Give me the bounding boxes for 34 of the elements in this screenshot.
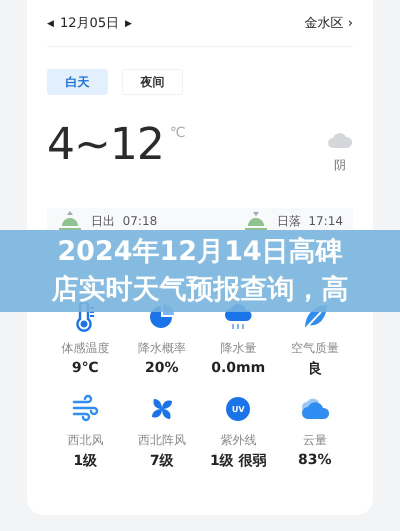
temperature-unit: ℃ [170,125,186,141]
sun-time-label: 日出 07:18 [91,212,158,230]
metric-label: 紫外线 [220,432,256,449]
metric-value: 1级 [73,452,98,470]
metric-value: 1级 很弱 [210,452,267,470]
metric-value: 9℃ [72,360,99,376]
headline-text: 店实时天气预报查询，高 [52,273,348,307]
temperature-range: 4~12 [47,123,164,167]
condition-label: 阴 [334,157,346,174]
metric-label: 西北阵风 [138,432,186,449]
metric-value: 20% [144,360,178,376]
sunrise-icon [57,210,83,232]
location-button[interactable]: 金水区 › [304,14,353,32]
metric-label: 降水量 [220,340,256,357]
metric-value: 良 [308,360,322,378]
metric-label: 降水概率 [138,340,186,357]
sunset-icon [242,210,269,232]
headline-text: 2024年12月14日高碑 [57,235,343,269]
date-label: 12月05日 [60,15,120,32]
metric-label: 云量 [302,432,327,449]
metric-label: 西北风 [67,432,104,449]
day-night-tab[interactable]: 夜间 [122,69,183,95]
metric-value: 7级 [150,452,174,470]
metric-label: 体感温度 [61,340,110,357]
uv-icon: UV [226,397,250,421]
metric-label: 空气质量 [290,340,339,357]
day-night-tab[interactable]: 白天 [47,69,108,95]
next-day-button[interactable]: ▶ [125,18,132,28]
cloud-icon [327,131,353,149]
metric-value: 0.0mm [211,360,266,376]
wind-icon [71,394,100,424]
previous-day-button[interactable]: ◀ [47,18,54,28]
sun-time-label: 日落 17:14 [276,212,343,230]
metric-value: 83% [298,452,332,468]
